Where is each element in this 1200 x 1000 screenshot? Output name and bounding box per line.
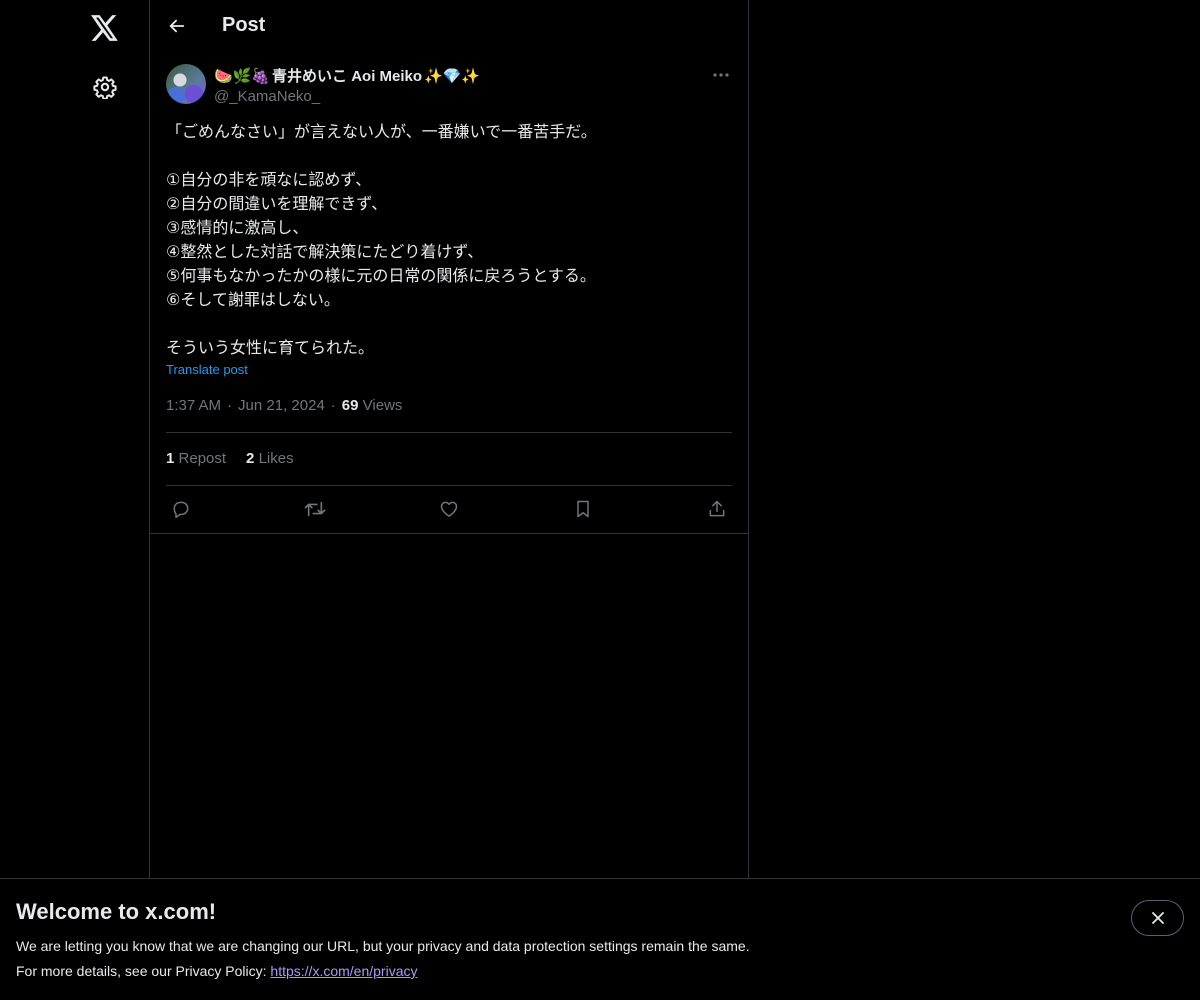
meta-separator: · [227, 397, 233, 414]
sidebar [0, 0, 150, 1000]
banner-message: We are letting you know that we are chan… [16, 938, 750, 954]
repost-icon[interactable] [302, 496, 328, 522]
banner-policy-line: For more details, see our Privacy Policy… [16, 963, 417, 979]
divider [166, 485, 732, 486]
post-time[interactable]: 1:37 AM [166, 397, 221, 414]
divider [166, 432, 732, 433]
close-button[interactable] [1131, 900, 1184, 936]
reposts-label: Repost [178, 450, 227, 467]
gear-icon[interactable] [91, 73, 119, 101]
main-column: Post 🍉🌿🍇 青井めいこ Aoi Meiko ✨💎✨ @_KamaNeko_… [149, 0, 749, 1000]
display-name-text: 青井めいこ Aoi Meiko [272, 68, 423, 85]
action-bar [166, 496, 732, 522]
views-label: Views [362, 397, 403, 414]
reply-icon[interactable] [168, 496, 194, 522]
banner-policy-text: For more details, see our Privacy Policy… [16, 963, 271, 979]
post-date[interactable]: Jun 21, 2024 [238, 397, 325, 414]
meta-separator: · [330, 397, 336, 414]
likes-stat[interactable]: 2 Likes [246, 450, 294, 467]
welcome-banner: Welcome to x.com! We are letting you kno… [0, 878, 1200, 1000]
translate-post-link[interactable]: Translate post [166, 362, 248, 377]
name-suffix-emojis: ✨💎✨ [424, 67, 481, 85]
display-name[interactable]: 🍉🌿🍇 青井めいこ Aoi Meiko ✨💎✨ [214, 65, 480, 86]
post-meta: 1:37 AM · Jun 21, 2024 · 69 Views [166, 397, 402, 414]
name-prefix-emojis: 🍉🌿🍇 [214, 67, 271, 85]
bookmark-icon[interactable] [570, 496, 596, 522]
privacy-policy-link[interactable]: https://x.com/en/privacy [270, 963, 417, 979]
banner-title: Welcome to x.com! [16, 899, 217, 924]
heart-icon[interactable] [436, 496, 462, 522]
post-stats: 1 Repost 2 Likes [166, 450, 294, 467]
author-info: 🍉🌿🍇 青井めいこ Aoi Meiko ✨💎✨ @_KamaNeko_ [214, 65, 480, 106]
top-bar: Post [150, 0, 748, 54]
post-body: 「ごめんなさい」が言えない人が、一番嫌いで一番苦手だ。 ①自分の非を頑なに認めず… [166, 122, 597, 357]
share-icon[interactable] [704, 496, 730, 522]
more-horizontal-icon[interactable] [710, 64, 732, 86]
reposts-stat[interactable]: 1 Repost [166, 450, 226, 467]
user-handle[interactable]: @_KamaNeko_ [214, 88, 480, 105]
page-title: Post [222, 14, 266, 36]
x-logo-icon[interactable] [89, 12, 121, 44]
likes-label: Likes [258, 450, 294, 467]
likes-count: 2 [246, 450, 255, 467]
divider [150, 533, 748, 534]
views-count: 69 [341, 397, 359, 414]
close-icon [1151, 911, 1165, 925]
arrow-left-icon[interactable] [164, 13, 190, 39]
avatar[interactable] [166, 64, 206, 104]
reposts-count: 1 [166, 450, 175, 467]
